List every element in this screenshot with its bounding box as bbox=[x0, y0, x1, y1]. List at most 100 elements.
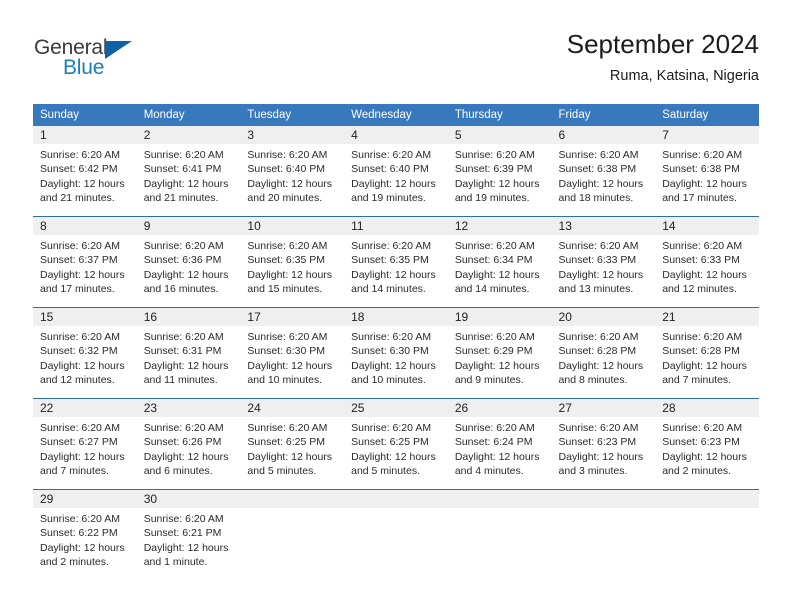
sunrise-text: Sunrise: 6:20 AM bbox=[247, 422, 328, 434]
day-details: Sunrise: 6:20 AM Sunset: 6:34 PM Daylight:… bbox=[448, 235, 552, 296]
day-cell[interactable]: 16 Sunrise: 6:20 AM Sunset: 6:31 PM Dayligh… bbox=[136, 308, 241, 399]
day-cell[interactable]: 15 Sunrise: 6:20 AM Sunset: 6:32 PM Dayligh… bbox=[33, 308, 137, 399]
daylight-text-line1: Daylight: 12 hours bbox=[247, 177, 333, 190]
day-number: 7 bbox=[655, 126, 759, 144]
day-cell[interactable]: 2 Sunrise: 6:20 AM Sunset: 6:41 PM Daylight… bbox=[136, 126, 241, 217]
day-details: Sunrise: 6:20 AM Sunset: 6:40 PM Daylight:… bbox=[240, 144, 344, 205]
daylight-text-line1: Daylight: 12 hours bbox=[40, 450, 125, 463]
sunset-text: Sunset: 6:35 PM bbox=[247, 254, 326, 267]
sunrise-text: Sunrise: 6:20 AM bbox=[351, 149, 432, 161]
day-cell[interactable]: 8 Sunrise: 6:20 AM Sunset: 6:37 PM Daylight… bbox=[33, 217, 137, 308]
day-details: Sunrise: 6:20 AM Sunset: 6:33 PM Daylight:… bbox=[552, 235, 656, 296]
day-cell[interactable]: 18 Sunrise: 6:20 AM Sunset: 6:30 PM Dayligh… bbox=[344, 308, 448, 399]
title-block: September 2024 Ruma, Katsina, Nigeria bbox=[567, 28, 759, 86]
day-number: 19 bbox=[447, 308, 552, 326]
day-number: 30 bbox=[136, 490, 241, 508]
daylight-text-line2: and 7 minutes. bbox=[662, 373, 732, 386]
sunset-text: Sunset: 6:37 PM bbox=[40, 254, 118, 267]
day-cell[interactable]: 23 Sunrise: 6:20 AM Sunset: 6:26 PM Dayligh… bbox=[136, 399, 241, 490]
week-row: 15 Sunrise: 6:20 AM Sunset: 6:32 PM Dayligh… bbox=[33, 307, 759, 399]
sunrise-text: Sunrise: 6:20 AM bbox=[40, 331, 120, 343]
sunset-text: Sunset: 6:28 PM bbox=[662, 345, 740, 358]
daylight-text-line1: Daylight: 12 hours bbox=[662, 177, 747, 190]
day-number: 27 bbox=[551, 399, 656, 417]
day-cell[interactable]: 14 Sunrise: 6:20 AM Sunset: 6:33 PM Dayligh… bbox=[655, 217, 759, 308]
weekday-header-wednesday: Wednesday bbox=[344, 104, 448, 126]
day-cell[interactable]: 20 Sunrise: 6:20 AM Sunset: 6:28 PM Dayligh… bbox=[551, 308, 656, 399]
sunset-text: Sunset: 6:32 PM bbox=[40, 345, 118, 358]
day-cell[interactable]: 9 Sunrise: 6:20 AM Sunset: 6:36 PM Daylight… bbox=[136, 217, 241, 308]
day-cell[interactable]: 13 Sunrise: 6:20 AM Sunset: 6:33 PM Dayligh… bbox=[551, 217, 656, 308]
day-cell[interactable]: 6 Sunrise: 6:20 AM Sunset: 6:38 PM Daylight… bbox=[551, 126, 656, 217]
day-cell[interactable]: 12 Sunrise: 6:20 AM Sunset: 6:34 PM Dayligh… bbox=[447, 217, 552, 308]
day-cell[interactable]: 29 Sunrise: 6:20 AM Sunset: 6:22 PM Dayligh… bbox=[33, 490, 137, 581]
daylight-text-line1: Daylight: 12 hours bbox=[40, 177, 125, 190]
sunrise-text: Sunrise: 6:20 AM bbox=[247, 331, 328, 343]
daylight-text-line2: and 6 minutes. bbox=[143, 464, 213, 477]
day-details: Sunrise: 6:20 AM Sunset: 6:27 PM Daylight:… bbox=[33, 417, 137, 478]
sunrise-text: Sunrise: 6:20 AM bbox=[454, 149, 535, 161]
day-cell-empty bbox=[551, 490, 656, 581]
sunrise-text: Sunrise: 6:20 AM bbox=[143, 331, 224, 343]
day-cell[interactable]: 5 Sunrise: 6:20 AM Sunset: 6:39 PM Daylight… bbox=[447, 126, 552, 217]
weekday-header-saturday: Saturday bbox=[655, 104, 759, 126]
sunrise-text: Sunrise: 6:20 AM bbox=[454, 422, 535, 434]
day-details: Sunrise: 6:20 AM Sunset: 6:38 PM Daylight:… bbox=[655, 144, 759, 205]
day-details: Sunrise: 6:20 AM Sunset: 6:33 PM Daylight:… bbox=[655, 235, 759, 296]
sunrise-text: Sunrise: 6:20 AM bbox=[40, 240, 120, 252]
daylight-text-line1: Daylight: 12 hours bbox=[662, 268, 747, 281]
day-cell[interactable]: 27 Sunrise: 6:20 AM Sunset: 6:23 PM Dayligh… bbox=[551, 399, 656, 490]
day-cell[interactable]: 25 Sunrise: 6:20 AM Sunset: 6:25 PM Dayligh… bbox=[344, 399, 448, 490]
daylight-text-line2: and 7 minutes. bbox=[40, 464, 109, 477]
day-cell[interactable]: 1 Sunrise: 6:20 AM Sunset: 6:42 PM Daylight… bbox=[33, 126, 137, 217]
calendar-grid: Sunday Monday Tuesday Wednesday Thursday… bbox=[33, 104, 759, 580]
day-details: Sunrise: 6:20 AM Sunset: 6:23 PM Daylight:… bbox=[552, 417, 656, 478]
day-number bbox=[551, 490, 656, 508]
daylight-text-line2: and 12 minutes. bbox=[40, 373, 115, 386]
day-cell[interactable]: 3 Sunrise: 6:20 AM Sunset: 6:40 PM Daylight… bbox=[240, 126, 345, 217]
daylight-text-line1: Daylight: 12 hours bbox=[247, 359, 333, 372]
day-details: Sunrise: 6:20 AM Sunset: 6:25 PM Daylight:… bbox=[240, 417, 344, 478]
daylight-text-line1: Daylight: 12 hours bbox=[247, 450, 333, 463]
day-number: 9 bbox=[136, 217, 241, 235]
day-details: Sunrise: 6:20 AM Sunset: 6:29 PM Daylight:… bbox=[448, 326, 552, 387]
sunrise-text: Sunrise: 6:20 AM bbox=[40, 513, 120, 525]
day-cell[interactable]: 19 Sunrise: 6:20 AM Sunset: 6:29 PM Dayligh… bbox=[447, 308, 552, 399]
day-number: 6 bbox=[551, 126, 656, 144]
day-details: Sunrise: 6:20 AM Sunset: 6:40 PM Daylight:… bbox=[344, 144, 448, 205]
day-cell[interactable]: 17 Sunrise: 6:20 AM Sunset: 6:30 PM Dayligh… bbox=[240, 308, 345, 399]
daylight-text-line2: and 17 minutes. bbox=[40, 282, 115, 295]
day-cell[interactable]: 7 Sunrise: 6:20 AM Sunset: 6:38 PM Daylight… bbox=[655, 126, 759, 217]
day-cell[interactable]: 24 Sunrise: 6:20 AM Sunset: 6:25 PM Dayligh… bbox=[240, 399, 345, 490]
day-details: Sunrise: 6:20 AM Sunset: 6:26 PM Daylight:… bbox=[137, 417, 241, 478]
day-cell[interactable]: 4 Sunrise: 6:20 AM Sunset: 6:40 PM Daylight… bbox=[344, 126, 448, 217]
daylight-text-line2: and 15 minutes. bbox=[247, 282, 323, 295]
day-details: Sunrise: 6:20 AM Sunset: 6:37 PM Daylight:… bbox=[33, 235, 137, 296]
day-cell[interactable]: 28 Sunrise: 6:20 AM Sunset: 6:23 PM Dayligh… bbox=[655, 399, 759, 490]
sunrise-text: Sunrise: 6:20 AM bbox=[143, 240, 224, 252]
week-row: 1 Sunrise: 6:20 AM Sunset: 6:42 PM Daylight… bbox=[33, 126, 759, 217]
daylight-text-line2: and 18 minutes. bbox=[558, 191, 634, 204]
daylight-text-line2: and 20 minutes. bbox=[247, 191, 323, 204]
sunset-text: Sunset: 6:21 PM bbox=[143, 527, 222, 540]
day-cell[interactable]: 30 Sunrise: 6:20 AM Sunset: 6:21 PM Dayligh… bbox=[136, 490, 241, 581]
daylight-text-line1: Daylight: 12 hours bbox=[558, 450, 644, 463]
sunset-text: Sunset: 6:22 PM bbox=[40, 527, 118, 540]
daylight-text-line2: and 9 minutes. bbox=[454, 373, 524, 386]
day-cell[interactable]: 22 Sunrise: 6:20 AM Sunset: 6:27 PM Dayligh… bbox=[33, 399, 137, 490]
daylight-text-line1: Daylight: 12 hours bbox=[662, 450, 747, 463]
general-blue-logo[interactable]: General Blue bbox=[34, 36, 164, 82]
day-details: Sunrise: 6:20 AM Sunset: 6:32 PM Daylight:… bbox=[33, 326, 137, 387]
daylight-text-line2: and 3 minutes. bbox=[558, 464, 628, 477]
day-cell[interactable]: 26 Sunrise: 6:20 AM Sunset: 6:24 PM Dayligh… bbox=[447, 399, 552, 490]
sunset-text: Sunset: 6:25 PM bbox=[247, 436, 326, 449]
day-cell[interactable]: 11 Sunrise: 6:20 AM Sunset: 6:35 PM Dayligh… bbox=[344, 217, 448, 308]
day-details: Sunrise: 6:20 AM Sunset: 6:25 PM Daylight:… bbox=[344, 417, 448, 478]
sunset-text: Sunset: 6:26 PM bbox=[143, 436, 222, 449]
day-number: 3 bbox=[240, 126, 345, 144]
day-details: Sunrise: 6:20 AM Sunset: 6:35 PM Daylight:… bbox=[344, 235, 448, 296]
day-cell[interactable]: 21 Sunrise: 6:20 AM Sunset: 6:28 PM Dayligh… bbox=[655, 308, 759, 399]
daylight-text-line2: and 8 minutes. bbox=[558, 373, 628, 386]
page-title: September 2024 bbox=[566, 29, 759, 59]
day-cell[interactable]: 10 Sunrise: 6:20 AM Sunset: 6:35 PM Dayligh… bbox=[240, 217, 345, 308]
